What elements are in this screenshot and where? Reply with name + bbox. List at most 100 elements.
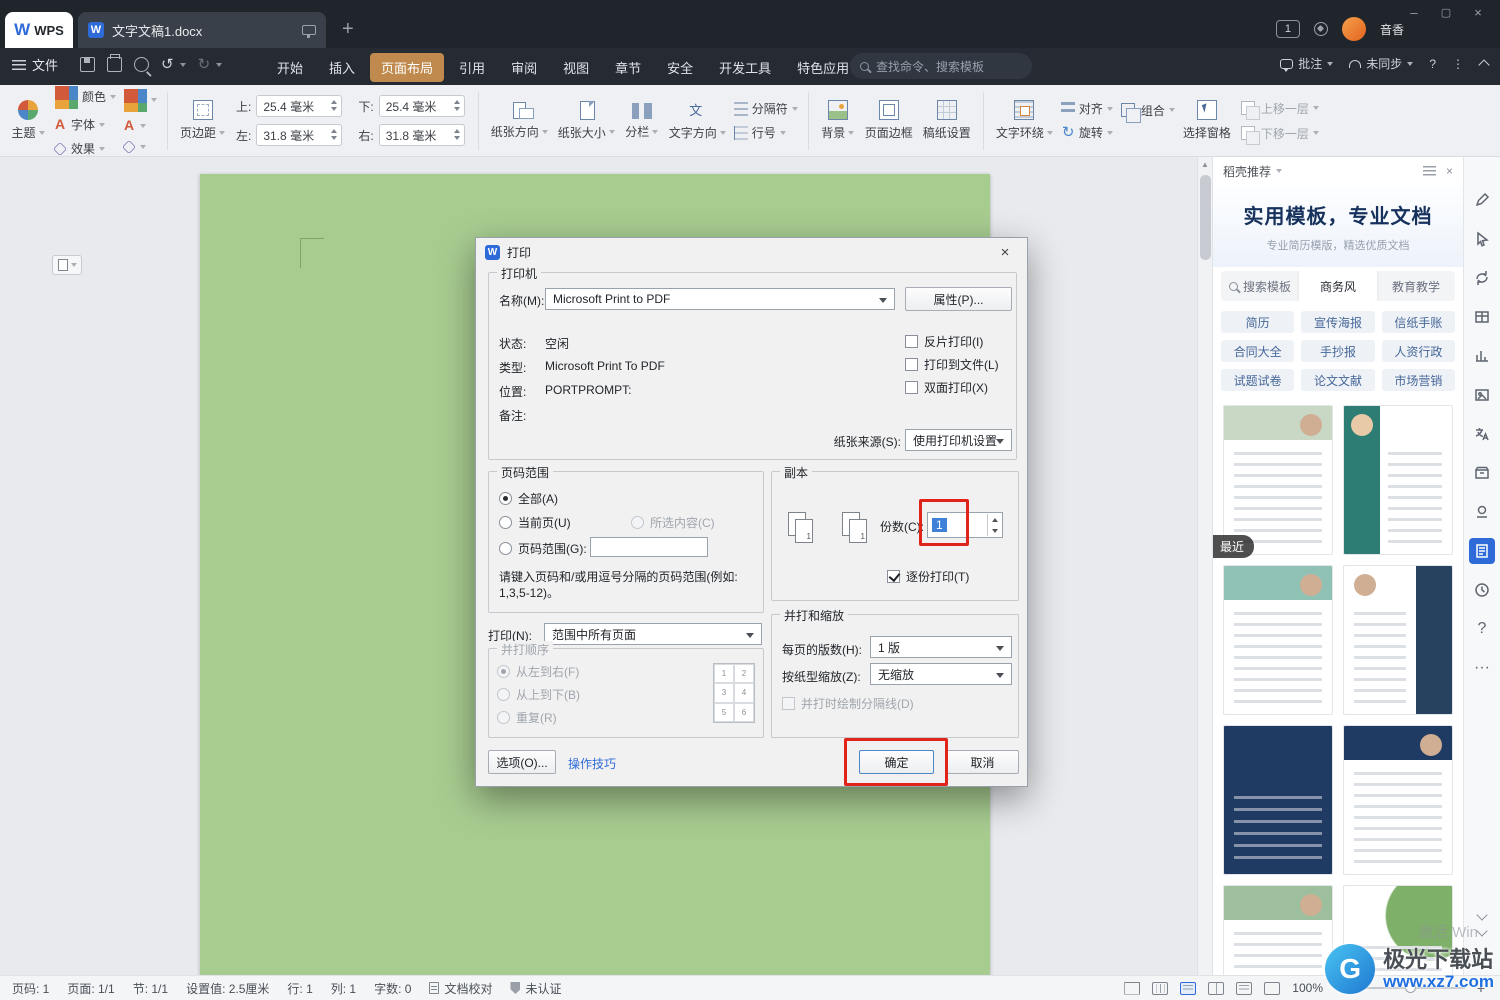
close-window-button[interactable]: × <box>1464 0 1492 24</box>
category-poster[interactable]: 宣传海报 <box>1301 311 1374 333</box>
new-tab-button[interactable]: + <box>342 18 354 41</box>
options-button[interactable]: 选项(O)... <box>488 750 556 774</box>
collate-checkbox[interactable]: 逐份打印(T) <box>887 568 969 585</box>
scrollbar-thumb[interactable] <box>1200 175 1211 260</box>
more-menu-button[interactable]: ⋮ <box>1452 57 1464 71</box>
columns-button[interactable]: 分栏 <box>620 89 664 153</box>
theme-fonts-mini-button[interactable] <box>119 118 160 134</box>
rotate-button[interactable]: 旋转 <box>1058 123 1116 142</box>
margin-top-input[interactable]: 25.4 毫米 <box>256 95 342 117</box>
category-marketing[interactable]: 市场营销 <box>1382 369 1455 391</box>
range-pages-radio[interactable]: 页码范围(G): <box>499 540 587 557</box>
tips-link[interactable]: 操作技巧 <box>568 755 616 772</box>
paste-options-popover[interactable] <box>52 255 82 275</box>
selection-pane-button[interactable]: 选择窗格 <box>1178 89 1236 153</box>
margin-bottom-input[interactable]: 25.4 毫米 <box>379 95 465 117</box>
help-icon[interactable]: ? <box>1469 616 1495 642</box>
template-card[interactable] <box>1223 885 1333 975</box>
message-count-badge[interactable]: 1 <box>1276 20 1300 38</box>
certification-button[interactable]: 未认证 <box>510 980 561 997</box>
tab-page-layout[interactable]: 页面布局 <box>370 53 444 82</box>
paper-grid-settings-button[interactable]: 稿纸设置 <box>918 89 976 153</box>
user-avatar[interactable] <box>1342 17 1366 41</box>
history-icon[interactable] <box>1469 577 1495 603</box>
order-ttb-radio[interactable]: 从上到下(B) <box>497 686 580 703</box>
redo-dropdown-caret[interactable] <box>216 63 222 67</box>
favorites-icon[interactable] <box>1314 22 1328 36</box>
margin-right-input[interactable]: 31.8 毫米 <box>379 124 465 146</box>
translate-icon[interactable] <box>1469 421 1495 447</box>
cursor-select-icon[interactable] <box>1469 226 1495 252</box>
reverse-print-checkbox[interactable]: 反片打印(I) <box>905 333 983 350</box>
template-search-tab[interactable]: 搜索模板 <box>1221 271 1299 301</box>
tab-references[interactable]: 引用 <box>448 53 496 82</box>
tab-security[interactable]: 安全 <box>656 53 704 82</box>
line-numbers-button[interactable]: 行号 <box>731 123 801 142</box>
minimize-button[interactable]: – <box>1400 0 1428 24</box>
pen-icon[interactable] <box>1469 187 1495 213</box>
template-card[interactable] <box>1223 405 1333 555</box>
theme-button[interactable]: 主题 <box>6 89 50 153</box>
sync-status-button[interactable]: 未同步 <box>1349 55 1413 72</box>
collapse-ribbon-button[interactable] <box>1478 59 1489 70</box>
bring-forward-button[interactable]: 上移一层 <box>1236 98 1322 118</box>
send-backward-button[interactable]: 下移一层 <box>1236 123 1322 143</box>
template-card[interactable] <box>1343 725 1453 875</box>
template-card[interactable] <box>1343 565 1453 715</box>
category-exams[interactable]: 试题试卷 <box>1221 369 1294 391</box>
tab-view[interactable]: 视图 <box>552 53 600 82</box>
image-icon[interactable] <box>1469 382 1495 408</box>
margins-button[interactable]: 页边距 <box>175 89 230 153</box>
range-all-radio[interactable]: 全部(A) <box>499 490 558 507</box>
stamp-seal-ic[interactable] <box>1469 499 1495 525</box>
page-border-button[interactable]: 页面边框 <box>860 89 918 153</box>
print-icon[interactable] <box>107 57 122 72</box>
theme-effects-mini-button[interactable] <box>119 139 160 155</box>
maximize-button[interactable]: ▢ <box>1432 0 1460 24</box>
draw-divider-checkbox[interactable]: 并打时绘制分隔线(D) <box>782 695 914 712</box>
copies-decrement-button[interactable] <box>988 525 1001 536</box>
panel-list-icon[interactable] <box>1423 166 1436 176</box>
recent-badge[interactable]: 最近 <box>1213 535 1254 558</box>
background-button[interactable]: 背景 <box>816 89 860 153</box>
theme-colors-mini-button[interactable] <box>119 86 160 113</box>
file-menu-button[interactable]: 文件 <box>12 55 58 74</box>
order-ltr-radio[interactable]: 从左到右(F) <box>497 663 579 680</box>
presentation-mode-icon[interactable] <box>302 25 316 35</box>
paper-orientation-button[interactable]: 纸张方向 <box>486 89 553 153</box>
print-what-select[interactable]: 范围中所有页面 <box>544 623 762 645</box>
category-stationery[interactable]: 信纸手账 <box>1382 311 1455 333</box>
fit-page-icon[interactable] <box>1264 982 1280 995</box>
paper-size-button[interactable]: 纸张大小 <box>553 89 620 153</box>
template-card[interactable] <box>1223 725 1333 875</box>
text-wrap-button[interactable]: 文字环绕 <box>991 89 1058 153</box>
copies-increment-button[interactable] <box>988 514 1001 525</box>
margin-left-input[interactable]: 31.8 毫米 <box>256 124 342 146</box>
fullscreen-view-icon[interactable] <box>1124 982 1140 995</box>
rail-scroll-down-icon[interactable] <box>1476 909 1487 920</box>
fit-to-paper-select[interactable]: 无缩放 <box>870 663 1012 685</box>
print-preview-icon[interactable] <box>134 57 149 72</box>
order-repeat-radio[interactable]: 重复(R) <box>497 709 557 726</box>
undo-dropdown-caret[interactable] <box>180 63 186 67</box>
cancel-button[interactable]: 取消 <box>946 750 1019 774</box>
help-button[interactable]: ? <box>1429 57 1436 71</box>
ok-button[interactable]: 确定 <box>859 750 934 774</box>
print-to-file-checkbox[interactable]: 打印到文件(L) <box>905 356 999 373</box>
page-range-input[interactable] <box>590 537 708 557</box>
copies-count-input[interactable]: 1 <box>927 512 1003 538</box>
category-handcopy[interactable]: 手抄报 <box>1301 340 1374 362</box>
status-word-count[interactable]: 字数: 0 <box>374 980 411 997</box>
share-sync-icon[interactable] <box>1469 265 1495 291</box>
colors-button[interactable]: 颜色 <box>50 83 119 110</box>
category-contracts[interactable]: 合同大全 <box>1221 340 1294 362</box>
web-layout-icon[interactable] <box>1208 982 1224 995</box>
breaks-button[interactable]: 分隔符 <box>731 99 801 118</box>
printer-properties-button[interactable]: 属性(P)... <box>905 287 1012 311</box>
document-tab[interactable]: 文字文稿1.docx <box>78 12 326 48</box>
template-assistant-icon[interactable] <box>1469 538 1495 564</box>
archive-icon[interactable] <box>1469 460 1495 486</box>
undo-icon[interactable]: ↺ <box>161 57 174 72</box>
zoom-percentage[interactable]: 100% <box>1292 981 1323 995</box>
template-card[interactable] <box>1343 405 1453 555</box>
